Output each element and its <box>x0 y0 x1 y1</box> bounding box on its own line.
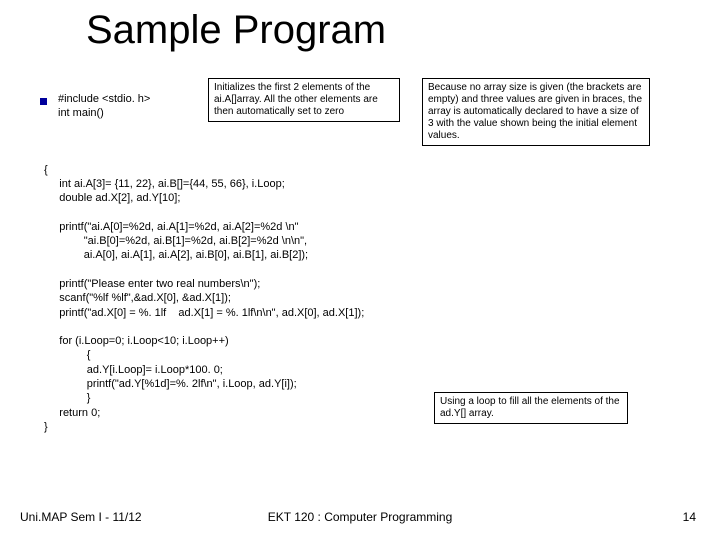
page-title: Sample Program <box>86 8 386 53</box>
footer-center: EKT 120 : Computer Programming <box>0 510 720 524</box>
callout-loop-fill: Using a loop to fill all the elements of… <box>434 392 628 424</box>
include-text: #include <stdio. h> int main() <box>58 92 150 121</box>
callout-init-first-2: Initializes the first 2 elements of the … <box>208 78 400 122</box>
main-code-block: { int ai.A[3]= {11, 22}, ai.B[]={44, 55,… <box>44 134 364 449</box>
page-number: 14 <box>683 510 696 524</box>
callout-no-size: Because no array size is given (the brac… <box>422 78 650 146</box>
main-code-text: { int ai.A[3]= {11, 22}, ai.B[]={44, 55,… <box>44 163 364 435</box>
bullet-icon <box>40 98 47 105</box>
include-code: #include <stdio. h> int main() <box>58 92 150 121</box>
